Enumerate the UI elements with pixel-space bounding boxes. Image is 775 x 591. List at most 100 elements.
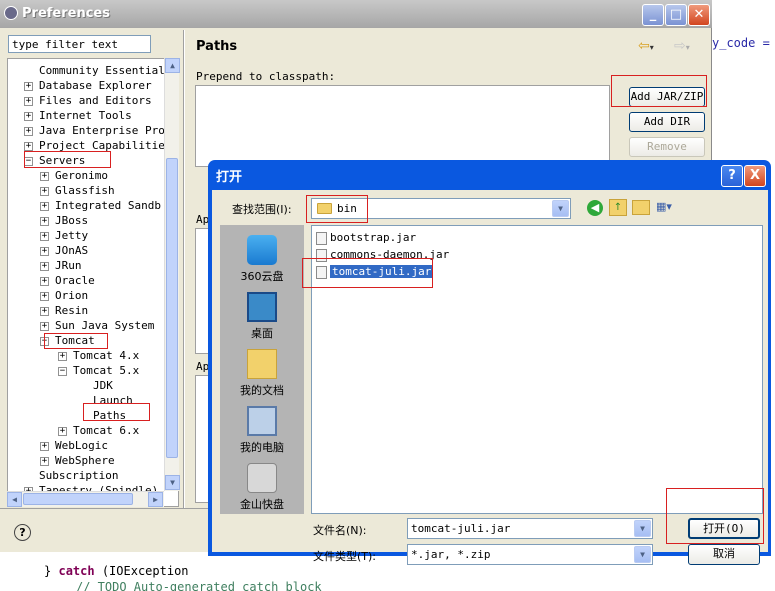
back-nav-icon[interactable]: ◀ — [587, 200, 603, 216]
place-desktop[interactable]: 桌面 — [220, 292, 304, 341]
chevron-down-icon[interactable]: ▼ — [634, 546, 651, 563]
up-folder-icon[interactable]: ↑ — [609, 199, 627, 216]
file-item-selected[interactable]: tomcat-juli.jar — [316, 264, 435, 279]
maximize-button[interactable]: □ — [665, 4, 687, 26]
preferences-tree[interactable]: Community Essential + Database Explorer + Fi… — [7, 58, 179, 507]
expand-icon[interactable]: + — [40, 261, 49, 271]
chevron-down-icon[interactable]: ▼ — [634, 520, 651, 537]
tree-item[interactable]: + Tomcat 6.x — [58, 423, 139, 438]
tree-horizontal-scrollbar[interactable]: ◀ ▶ — [7, 491, 164, 507]
expand-icon[interactable]: + — [40, 246, 49, 256]
chevron-down-icon[interactable]: ▼ — [552, 200, 569, 217]
tree-item[interactable]: + Sun Java System — [40, 318, 154, 333]
place-my-computer[interactable]: 我的电脑 — [220, 406, 304, 455]
collapse-icon[interactable]: − — [40, 336, 49, 346]
expand-icon[interactable]: + — [24, 126, 33, 136]
tree-item[interactable]: + Jetty — [40, 228, 88, 243]
tree-item[interactable]: + Glassfish — [40, 183, 115, 198]
expand-icon[interactable]: + — [40, 321, 49, 331]
expand-icon[interactable]: + — [24, 96, 33, 106]
tree-item[interactable]: + Tomcat 4.x — [58, 348, 139, 363]
back-icon[interactable]: ⇦▾ — [638, 38, 654, 54]
cancel-button[interactable]: 取消 — [688, 544, 760, 565]
tree-item[interactable]: − Servers — [24, 153, 85, 168]
tree-item[interactable]: + Java Enterprise Pro — [24, 123, 165, 138]
add-dir-button[interactable]: Add DIR — [629, 112, 705, 132]
view-menu-icon[interactable]: ▦▾ — [656, 200, 680, 215]
filetype-combo[interactable]: *.jar, *.zip ▼ — [407, 544, 653, 565]
expand-icon[interactable]: + — [40, 201, 49, 211]
expand-icon[interactable]: + — [40, 306, 49, 316]
tree-item[interactable]: Subscription — [24, 468, 118, 483]
tree-item[interactable]: JDK — [78, 378, 113, 393]
place-kuaipan[interactable]: 金山快盘 — [220, 463, 304, 512]
place-label: 我的文档 — [240, 384, 284, 397]
collapse-icon[interactable]: − — [58, 366, 67, 376]
open-button[interactable]: 打开(O) — [688, 518, 760, 539]
forward-icon[interactable]: ⇨▾ — [674, 38, 690, 54]
expand-icon[interactable]: + — [40, 216, 49, 226]
tree-item[interactable]: + Resin — [40, 303, 88, 318]
tree-item[interactable]: + Files and Editors — [24, 93, 152, 108]
scroll-thumb[interactable] — [166, 158, 178, 458]
scroll-down-icon[interactable]: ▼ — [165, 475, 180, 490]
tree-item[interactable]: + Project Capabilitie — [24, 138, 165, 153]
expand-icon[interactable]: + — [24, 81, 33, 91]
file-item[interactable]: commons-daemon.jar — [316, 247, 449, 262]
tree-vertical-scrollbar[interactable]: ▲ ▼ — [164, 58, 180, 491]
tree-item[interactable]: Launch — [78, 393, 133, 408]
tree-item[interactable]: Community Essential — [24, 63, 165, 78]
tree-item[interactable]: + WebLogic — [40, 438, 108, 453]
expand-icon[interactable]: + — [40, 291, 49, 301]
lookin-combo[interactable]: bin ▼ — [311, 198, 571, 219]
scroll-up-icon[interactable]: ▲ — [165, 58, 180, 73]
filter-input[interactable] — [8, 35, 151, 53]
expand-icon[interactable]: + — [40, 171, 49, 181]
hscroll-thumb[interactable] — [23, 493, 133, 505]
expand-icon[interactable]: + — [24, 111, 33, 121]
tree-item[interactable]: + JRun — [40, 258, 82, 273]
tree-item[interactable]: + JBoss — [40, 213, 88, 228]
tree-item[interactable]: + Internet Tools — [24, 108, 132, 123]
file-item[interactable]: bootstrap.jar — [316, 230, 416, 245]
tree-item[interactable]: Paths — [78, 408, 126, 423]
preferences-titlebar[interactable]: Preferences _ □ ✕ — [0, 0, 712, 28]
expand-icon[interactable]: + — [40, 441, 49, 451]
help-icon[interactable]: ? — [14, 524, 31, 541]
close-button[interactable]: ✕ — [688, 4, 710, 26]
tree-item-label: Integrated Sandb — [55, 199, 161, 212]
scroll-left-icon[interactable]: ◀ — [7, 492, 22, 507]
expand-icon[interactable]: + — [24, 141, 33, 151]
scroll-right-icon[interactable]: ▶ — [148, 492, 163, 507]
dialog-close-button[interactable]: X — [744, 165, 766, 187]
pane-divider[interactable] — [183, 30, 185, 508]
expand-icon[interactable]: + — [40, 231, 49, 241]
tree-item[interactable]: + Orion — [40, 288, 88, 303]
file-list[interactable]: bootstrap.jar commons-daemon.jar tomcat-… — [311, 225, 763, 514]
tree-item[interactable]: + WebSphere — [40, 453, 115, 468]
tree-item[interactable]: + Oracle — [40, 273, 95, 288]
tree-item[interactable]: + Database Explorer — [24, 78, 152, 93]
tree-item[interactable]: − Tomcat 5.x — [58, 363, 139, 378]
filename-combo[interactable]: tomcat-juli.jar ▼ — [407, 518, 653, 539]
tree-item[interactable]: + Geronimo — [40, 168, 108, 183]
minimize-button[interactable]: _ — [642, 4, 664, 26]
add-jar-zip-button[interactable]: Add JAR/ZIP — [629, 87, 705, 107]
tree-item[interactable]: − Tomcat — [40, 333, 95, 348]
remove-button[interactable]: Remove — [629, 137, 705, 157]
dialog-help-button[interactable]: ? — [721, 165, 743, 187]
expand-icon[interactable]: + — [40, 186, 49, 196]
tree-item[interactable]: + JOnAS — [40, 243, 88, 258]
expand-icon[interactable]: + — [40, 456, 49, 466]
new-folder-icon[interactable] — [632, 200, 650, 215]
place-360-cloud[interactable]: 360云盘 — [220, 235, 304, 284]
tree-item[interactable]: + Integrated Sandb — [40, 198, 161, 213]
expand-icon[interactable]: + — [58, 426, 67, 436]
tree-item-label: Sun Java System — [55, 319, 155, 332]
prepend-label: Prepend to classpath: — [196, 70, 336, 83]
place-my-documents[interactable]: 我的文档 — [220, 349, 304, 398]
classpath-list[interactable] — [195, 85, 610, 167]
expand-icon[interactable]: + — [40, 276, 49, 286]
expand-icon[interactable]: + — [58, 351, 67, 361]
collapse-icon[interactable]: − — [24, 156, 33, 166]
